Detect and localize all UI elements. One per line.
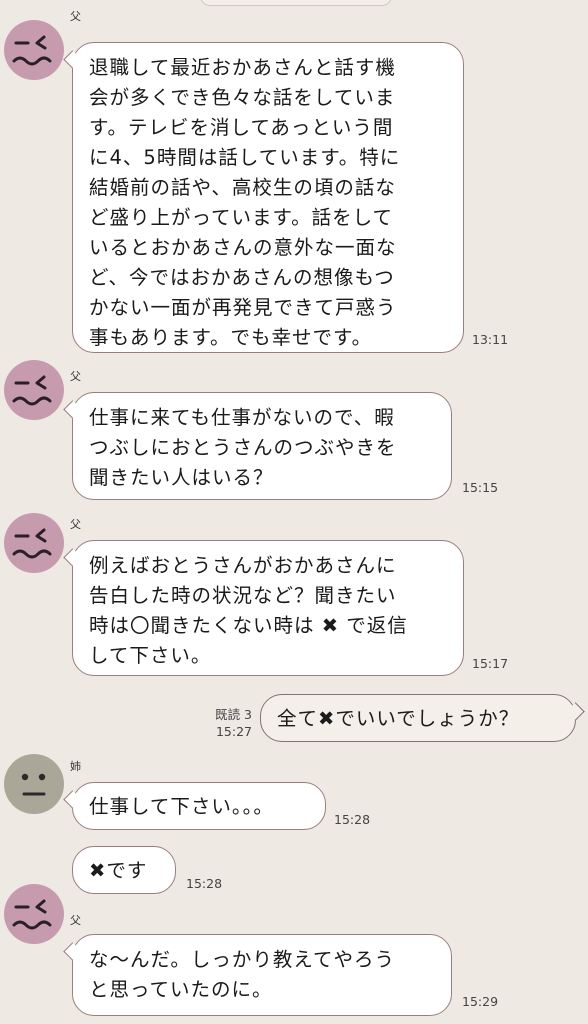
message-time: 15:29 [462, 994, 499, 1009]
sleepy-face-icon [12, 35, 52, 66]
message-time: 15:28 [334, 812, 371, 827]
previous-message-edge [200, 0, 392, 6]
message-bubble[interactable]: 退職して最近おかあさんと話す機 会が多くでき色々な話をしていま す。テレビを消し… [72, 42, 464, 353]
sleepy-face-icon [12, 899, 52, 930]
dad-avatar[interactable] [4, 360, 64, 420]
sleepy-face-icon [12, 375, 52, 406]
dad-avatar[interactable] [4, 513, 64, 573]
message-time: 15:27 [215, 724, 252, 739]
my-message-bubble[interactable]: 全て✖でいいでしょうか？ [260, 694, 576, 742]
message-bubble[interactable]: 例えばおとうさんがおかあさんに 告白した時の状況など？聞きたい 時は〇聞きたくな… [72, 540, 464, 676]
sleepy-face-icon [12, 528, 52, 559]
sender-name: 姉 [70, 760, 81, 773]
sender-name: 父 [70, 518, 81, 531]
message-time: 15:28 [186, 876, 223, 891]
neutral-face-icon [21, 773, 46, 796]
read-receipt: 既読 3 15:27 [200, 706, 252, 740]
sender-name: 父 [70, 370, 81, 383]
message-bubble[interactable]: な〜んだ。しっかり教えてやろう と思っていたのに。 [72, 934, 452, 1016]
message-time: 13:11 [472, 332, 509, 347]
dad-avatar[interactable] [4, 884, 64, 944]
message-time: 15:15 [462, 480, 499, 495]
message-bubble[interactable]: 仕事に来ても仕事がないので、暇 つぶしにおとうさんのつぶやきを 聞きたい人はいる… [72, 392, 452, 500]
sender-name: 父 [70, 914, 81, 927]
sender-name: 父 [70, 10, 81, 23]
read-count: 既読 3 [215, 707, 252, 722]
message-bubble[interactable]: ✖です [72, 846, 176, 894]
message-time: 15:17 [472, 656, 509, 671]
message-bubble[interactable]: 仕事して下さい。。。 [72, 782, 326, 830]
dad-avatar[interactable] [4, 20, 64, 80]
sister-avatar[interactable] [4, 754, 64, 814]
